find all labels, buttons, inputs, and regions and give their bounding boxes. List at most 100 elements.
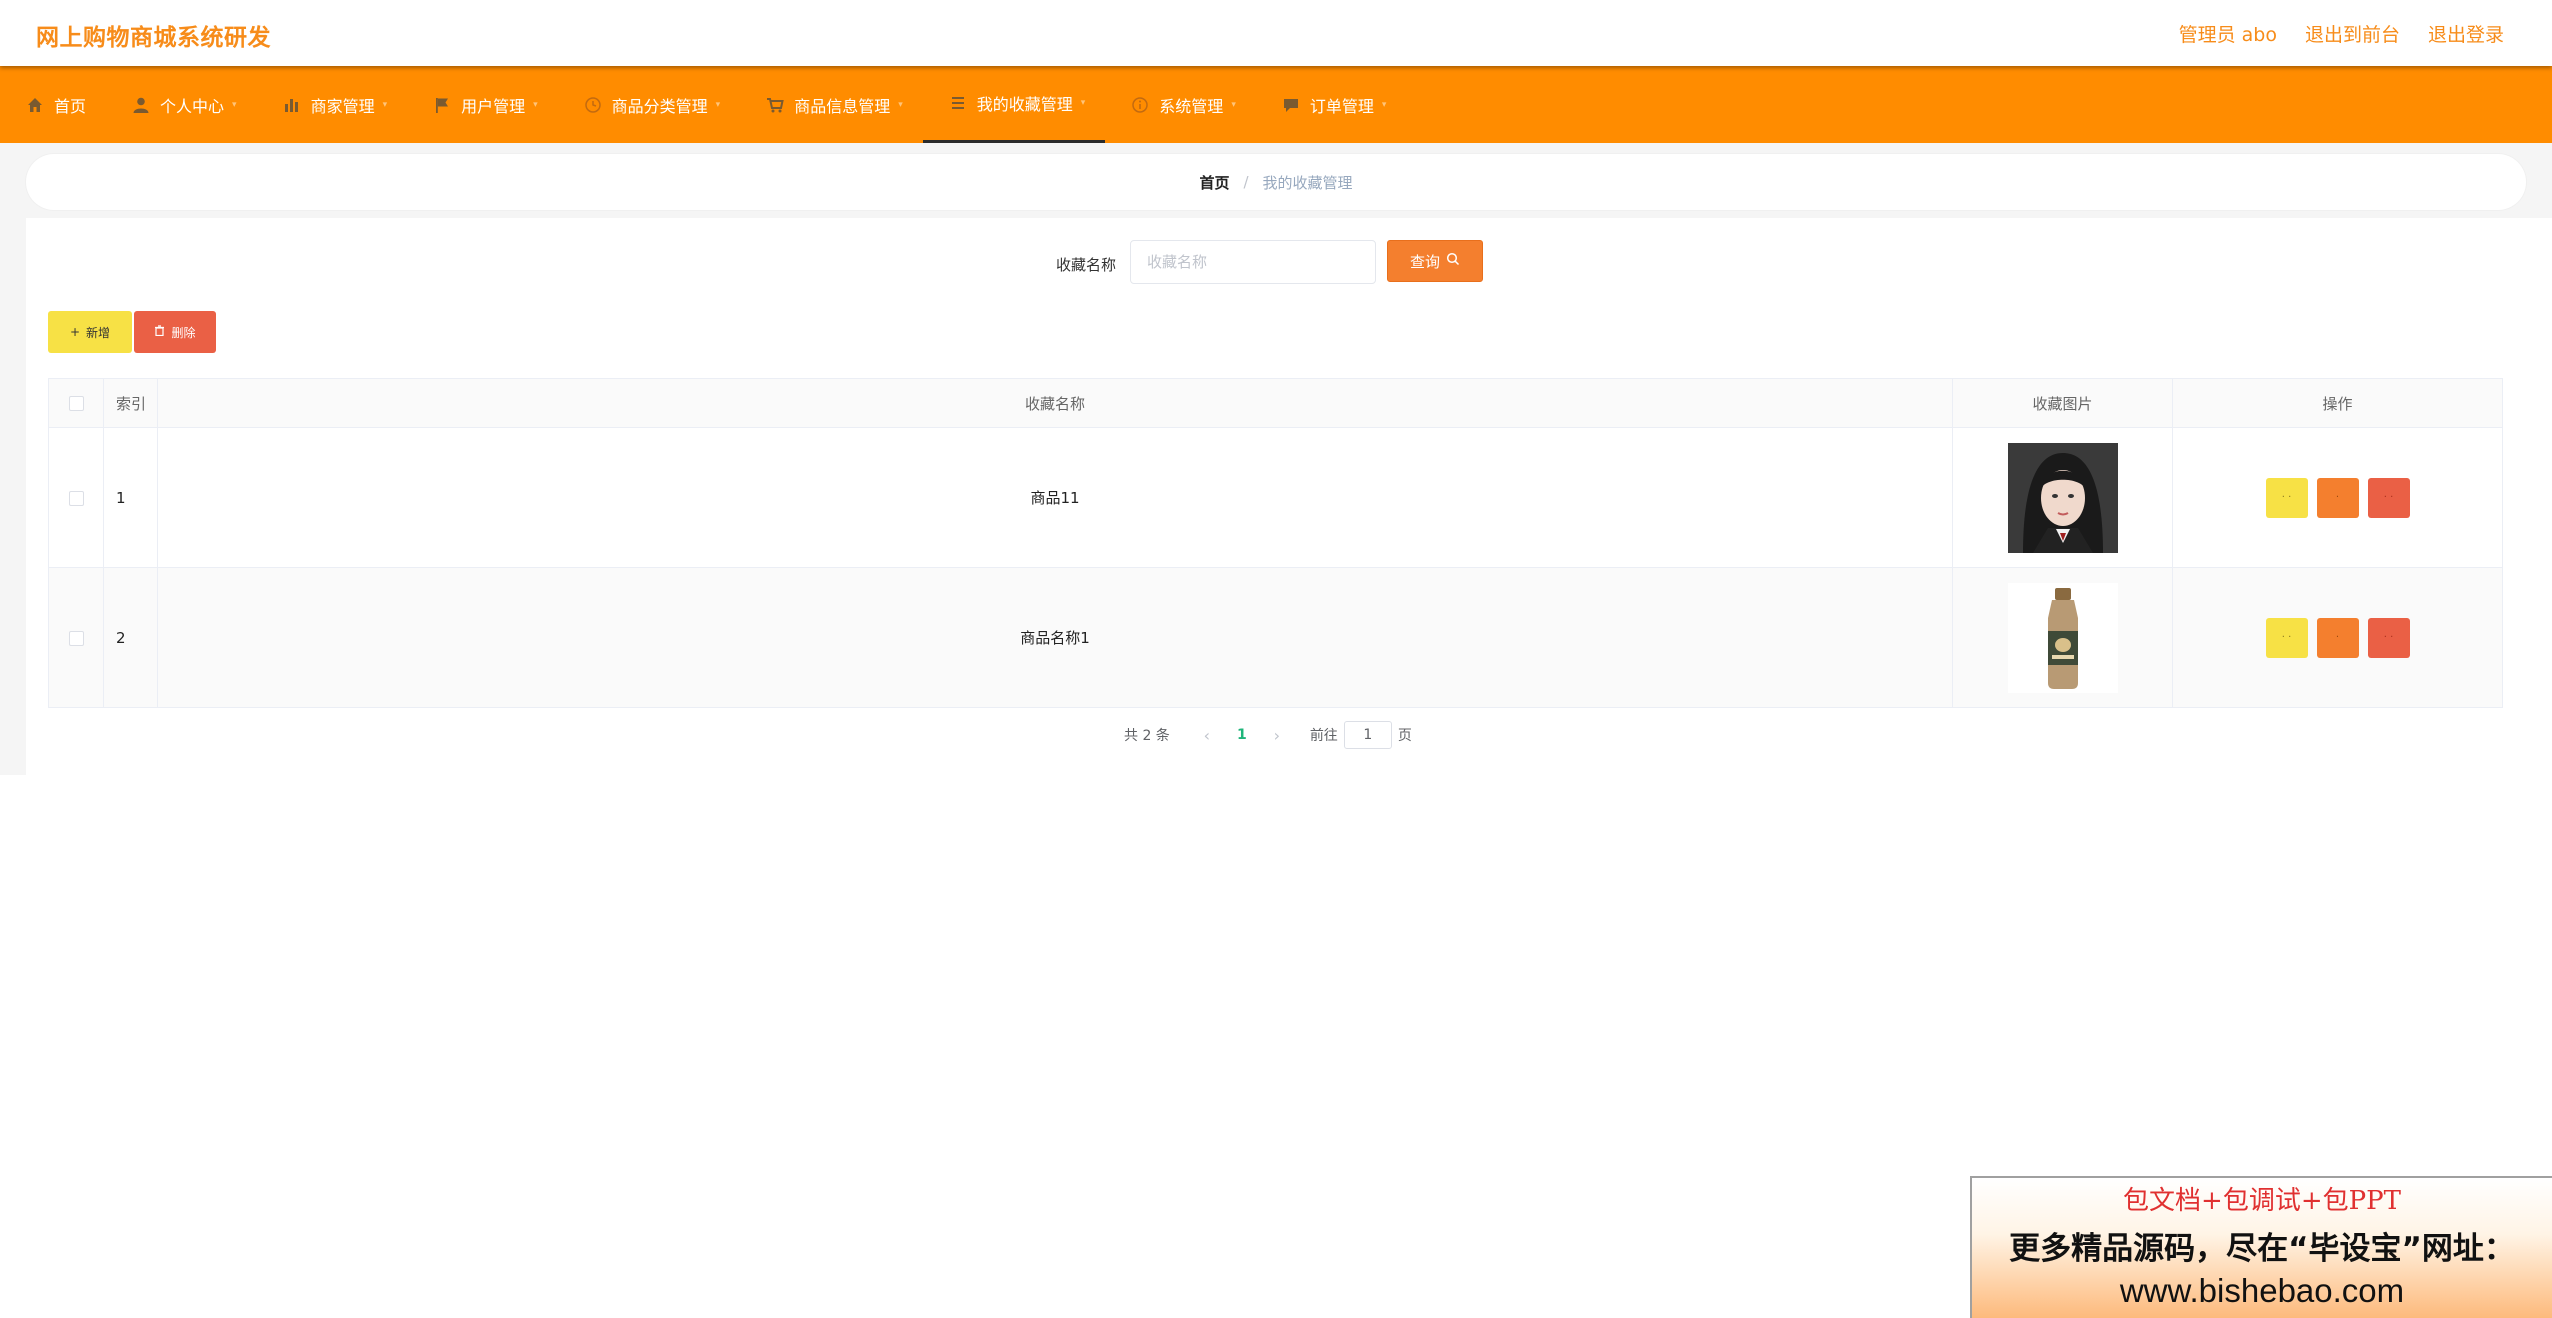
nav-item-users[interactable]: 用户管理 ▾	[407, 66, 558, 143]
header-links: 管理员 abo 退出到前台 退出登录	[2179, 20, 2504, 47]
favorites-table: 索引 收藏名称 收藏图片 操作 1 商品11 · · · · · 2 商品名称1…	[48, 378, 2503, 708]
chevron-down-icon: ▾	[382, 99, 388, 110]
row-delete-button[interactable]: · ·	[2367, 477, 2410, 518]
pagination-total: 共 2 条	[1124, 728, 1170, 744]
edit-button[interactable]: ·	[2316, 477, 2359, 518]
home-icon	[26, 96, 44, 114]
search-icon	[1446, 252, 1460, 270]
chevron-down-icon: ▾	[232, 99, 237, 110]
nav-item-personal-center[interactable]: 个人中心 ▾	[106, 66, 257, 143]
delete-button[interactable]: 删除	[134, 311, 216, 353]
row-name: 商品名称1	[157, 567, 1953, 708]
chevron-down-icon: ▾	[715, 99, 721, 110]
goto-suffix: 页	[1397, 728, 1412, 744]
select-all-checkbox[interactable]	[68, 396, 84, 411]
nav-label: 用户管理	[461, 96, 526, 116]
next-page-icon[interactable]: ›	[1262, 726, 1292, 745]
column-header-image: 收藏图片	[1952, 378, 2173, 428]
chat-icon	[1282, 96, 1300, 114]
goto-prefix: 前往	[1309, 728, 1338, 744]
row-select-cell	[48, 567, 104, 708]
row-checkbox[interactable]	[68, 630, 84, 646]
trash-icon	[154, 325, 165, 339]
clock-icon	[584, 96, 602, 114]
user-icon	[132, 96, 150, 114]
nav-label: 我的收藏管理	[976, 95, 1073, 114]
banner-line-2: 更多精品源码，尽在“毕设宝”网址：	[2009, 1231, 2515, 1267]
breadcrumb: 首页 / 我的收藏管理	[26, 154, 2526, 210]
bottle-drink-photo	[2007, 582, 2118, 693]
nav-item-home[interactable]: 首页	[0, 66, 106, 143]
edit-button[interactable]: ·	[2316, 617, 2359, 658]
list-icon	[949, 94, 967, 112]
row-name: 商品11	[157, 427, 1953, 568]
goto-page-input[interactable]	[1343, 721, 1392, 749]
app-title: 网上购物商城系统研发	[36, 25, 271, 51]
table-header-row: 索引 收藏名称 收藏图片 操作	[48, 378, 2503, 428]
banner-url: www.bishebao.com	[2119, 1272, 2405, 1309]
nav-item-favorites[interactable]: 我的收藏管理 ▾	[922, 66, 1106, 143]
main-card: 收藏名称 查询 + 新增 删除 索引 收藏名称 收藏图片 操作	[26, 218, 2552, 775]
row-ops-cell: · · · · ·	[2172, 567, 2503, 708]
breadcrumb-current: 我的收藏管理	[1262, 173, 1353, 192]
row-index: 2	[103, 567, 158, 708]
chevron-down-icon: ▾	[533, 99, 538, 110]
nav-item-product-info[interactable]: 商品信息管理 ▾	[740, 66, 923, 143]
prev-page-icon[interactable]: ‹	[1192, 726, 1222, 745]
table-row: 2 商品名称1 · · · · ·	[48, 567, 2503, 708]
info-icon	[1131, 96, 1149, 114]
search-button-label: 查询	[1409, 252, 1440, 271]
row-image-cell	[1952, 567, 2173, 708]
cart-icon	[766, 96, 784, 114]
top-header: 网上购物商城系统研发 管理员 abo 退出到前台 退出登录	[0, 0, 2552, 66]
nav-item-category[interactable]: 商品分类管理 ▾	[558, 66, 741, 143]
search-button[interactable]: 查询	[1387, 240, 1483, 282]
delete-button-label: 删除	[171, 325, 196, 340]
chevron-down-icon: ▾	[1231, 99, 1236, 110]
column-header-index: 索引	[103, 378, 158, 428]
row-ops-cell: · · · · ·	[2172, 427, 2503, 568]
plus-icon: +	[69, 325, 81, 339]
row-select-cell	[48, 427, 104, 568]
row-checkbox[interactable]	[68, 490, 84, 506]
add-button-label: 新增	[86, 325, 111, 340]
pagination: 共 2 条 ‹ 1 › 前往 页	[1124, 720, 1412, 750]
select-all-cell	[48, 378, 104, 428]
chart-icon	[283, 96, 301, 114]
portrait-photo	[2007, 442, 2118, 553]
column-header-name: 收藏名称	[157, 378, 1953, 428]
nav-label: 商品分类管理	[611, 96, 708, 116]
chevron-down-icon: ▾	[1381, 99, 1387, 110]
row-image-cell	[1952, 427, 2173, 568]
nav-label: 系统管理	[1159, 96, 1224, 116]
banner-line-1: 包文档+包调试+包PPT	[2123, 1186, 2401, 1216]
promo-banner: 包文档+包调试+包PPT 更多精品源码，尽在“毕设宝”网址： www.bishe…	[1970, 1176, 2552, 1318]
logout-link[interactable]: 退出登录	[2428, 20, 2504, 47]
search-input[interactable]	[1130, 240, 1376, 284]
admin-user-label[interactable]: 管理员 abo	[2179, 20, 2277, 47]
nav-item-system[interactable]: 系统管理 ▾	[1105, 66, 1256, 143]
flag-icon	[433, 96, 451, 114]
nav-item-merchant[interactable]: 商家管理 ▾	[257, 66, 408, 143]
nav-label: 商家管理	[310, 96, 375, 116]
nav-label: 订单管理	[1309, 96, 1374, 116]
row-index: 1	[103, 427, 158, 568]
search-label: 收藏名称	[1056, 256, 1117, 274]
page-number[interactable]: 1	[1222, 727, 1262, 743]
table-row: 1 商品11 · · · · ·	[48, 427, 2503, 568]
row-delete-button[interactable]: · ·	[2367, 617, 2410, 658]
column-header-ops: 操作	[2172, 378, 2503, 428]
nav-label: 商品信息管理	[794, 96, 891, 116]
nav-item-orders[interactable]: 订单管理 ▾	[1256, 66, 1407, 143]
breadcrumb-separator: /	[1243, 173, 1249, 191]
main-nav: 首页 个人中心 ▾ 商家管理 ▾ 用户管理 ▾ 商品分类管理 ▾ 商品信息管理 …	[0, 66, 2552, 143]
nav-label: 首页	[54, 96, 87, 116]
view-button[interactable]: · ·	[2265, 617, 2308, 658]
nav-label: 个人中心	[160, 96, 225, 116]
chevron-down-icon: ▾	[898, 99, 903, 110]
chevron-down-icon: ▾	[1080, 98, 1086, 108]
back-to-front-link[interactable]: 退出到前台	[2305, 20, 2400, 47]
view-button[interactable]: · ·	[2265, 477, 2308, 518]
breadcrumb-home[interactable]: 首页	[1199, 172, 1229, 193]
add-button[interactable]: + 新增	[48, 311, 132, 353]
